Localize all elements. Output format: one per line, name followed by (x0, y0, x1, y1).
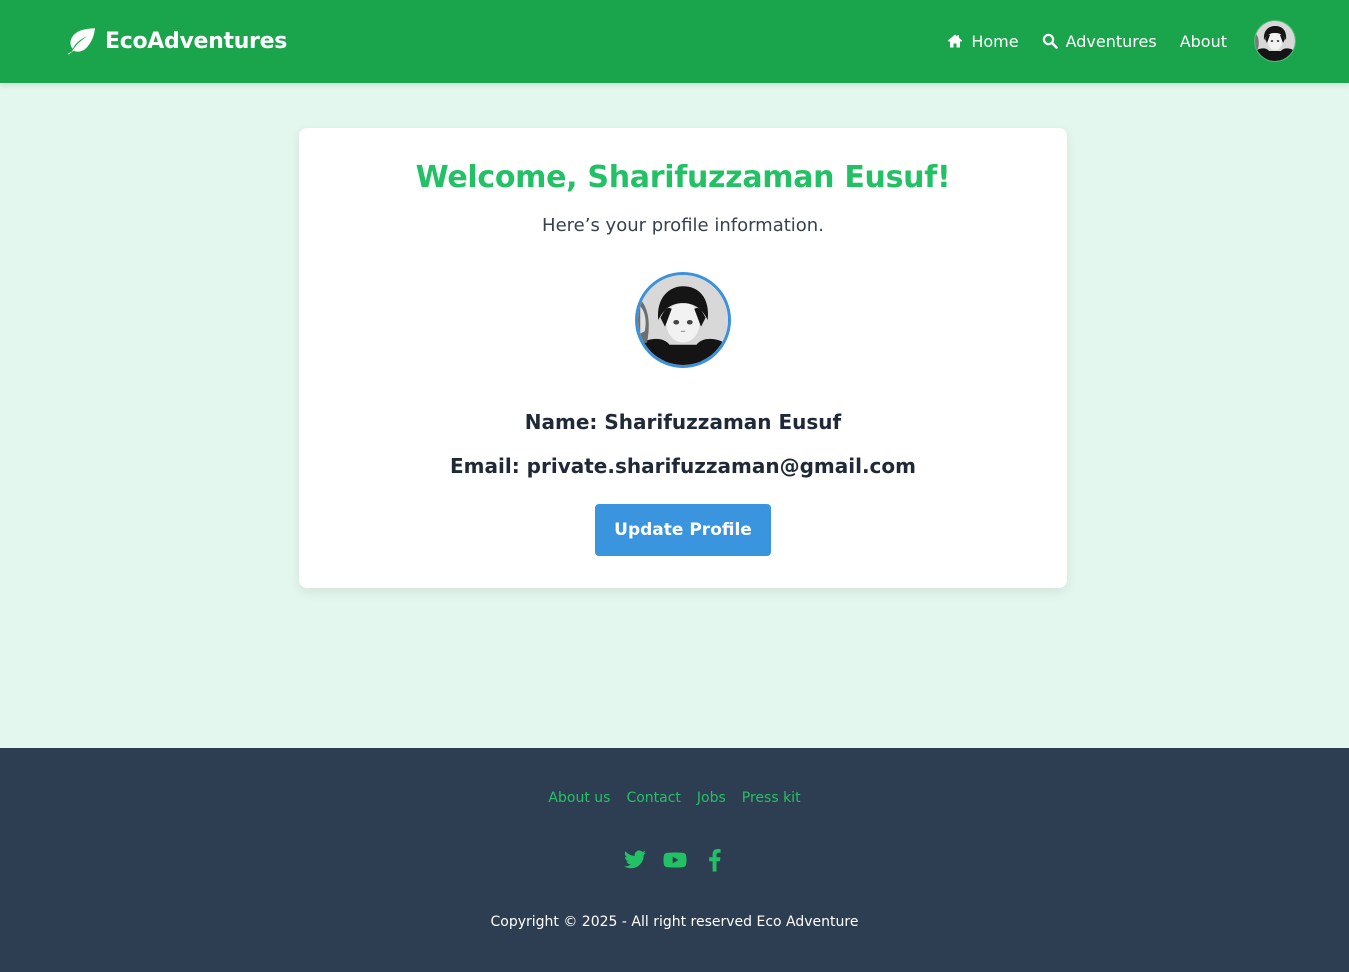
copyright-text: Copyright © 2025 - All right reserved Ec… (490, 914, 859, 930)
brand-name: EcoAdventures (105, 28, 288, 54)
facebook-link[interactable] (703, 848, 727, 872)
nav-adventures-link[interactable]: Adventures (1042, 19, 1157, 63)
profile-avatar (635, 272, 731, 368)
youtube-icon (663, 852, 686, 868)
brand-link[interactable]: EcoAdventures (66, 27, 287, 55)
navbar: EcoAdventures Home Adventures About (0, 0, 1349, 83)
nav-adventures-label: Adventures (1065, 31, 1157, 51)
social-links (0, 848, 1349, 872)
home-icon (948, 34, 963, 48)
footer: About us Contact Jobs Press kit Copyrigh… (0, 748, 1349, 972)
footer-links: About us Contact Jobs Press kit (0, 790, 1349, 806)
youtube-link[interactable] (663, 848, 687, 872)
search-icon (1042, 33, 1058, 49)
footer-link-jobs[interactable]: Jobs (697, 790, 726, 806)
profile-email: Email: private.sharifuzzaman@gmail.com (449, 454, 916, 478)
nav-links: Home Adventures About (947, 19, 1295, 63)
profile-card: Welcome, Sharifuzzaman Eusuf! Here’s you… (299, 128, 1067, 588)
profile-subtitle: Here’s your profile information. (542, 215, 824, 236)
twitter-icon (623, 850, 646, 869)
footer-link-about-us[interactable]: About us (548, 790, 610, 806)
twitter-link[interactable] (623, 848, 647, 872)
profile-name: Name: Sharifuzzaman Eusuf (524, 410, 842, 434)
profile-avatar-image (638, 275, 728, 365)
footer-link-press-kit[interactable]: Press kit (742, 790, 801, 806)
nav-home-link[interactable]: Home (947, 19, 1019, 63)
nav-home-label: Home (971, 31, 1019, 51)
nav-about-label: About (1179, 31, 1227, 51)
facebook-icon (708, 849, 721, 872)
user-avatar[interactable] (1255, 21, 1295, 61)
welcome-heading: Welcome, Sharifuzzaman Eusuf! (415, 160, 951, 195)
avatar-image (1255, 21, 1295, 61)
footer-link-contact[interactable]: Contact (626, 790, 680, 806)
nav-about-link[interactable]: About (1180, 19, 1227, 63)
update-profile-button[interactable]: Update Profile (595, 504, 771, 556)
leaf-icon (67, 28, 96, 55)
